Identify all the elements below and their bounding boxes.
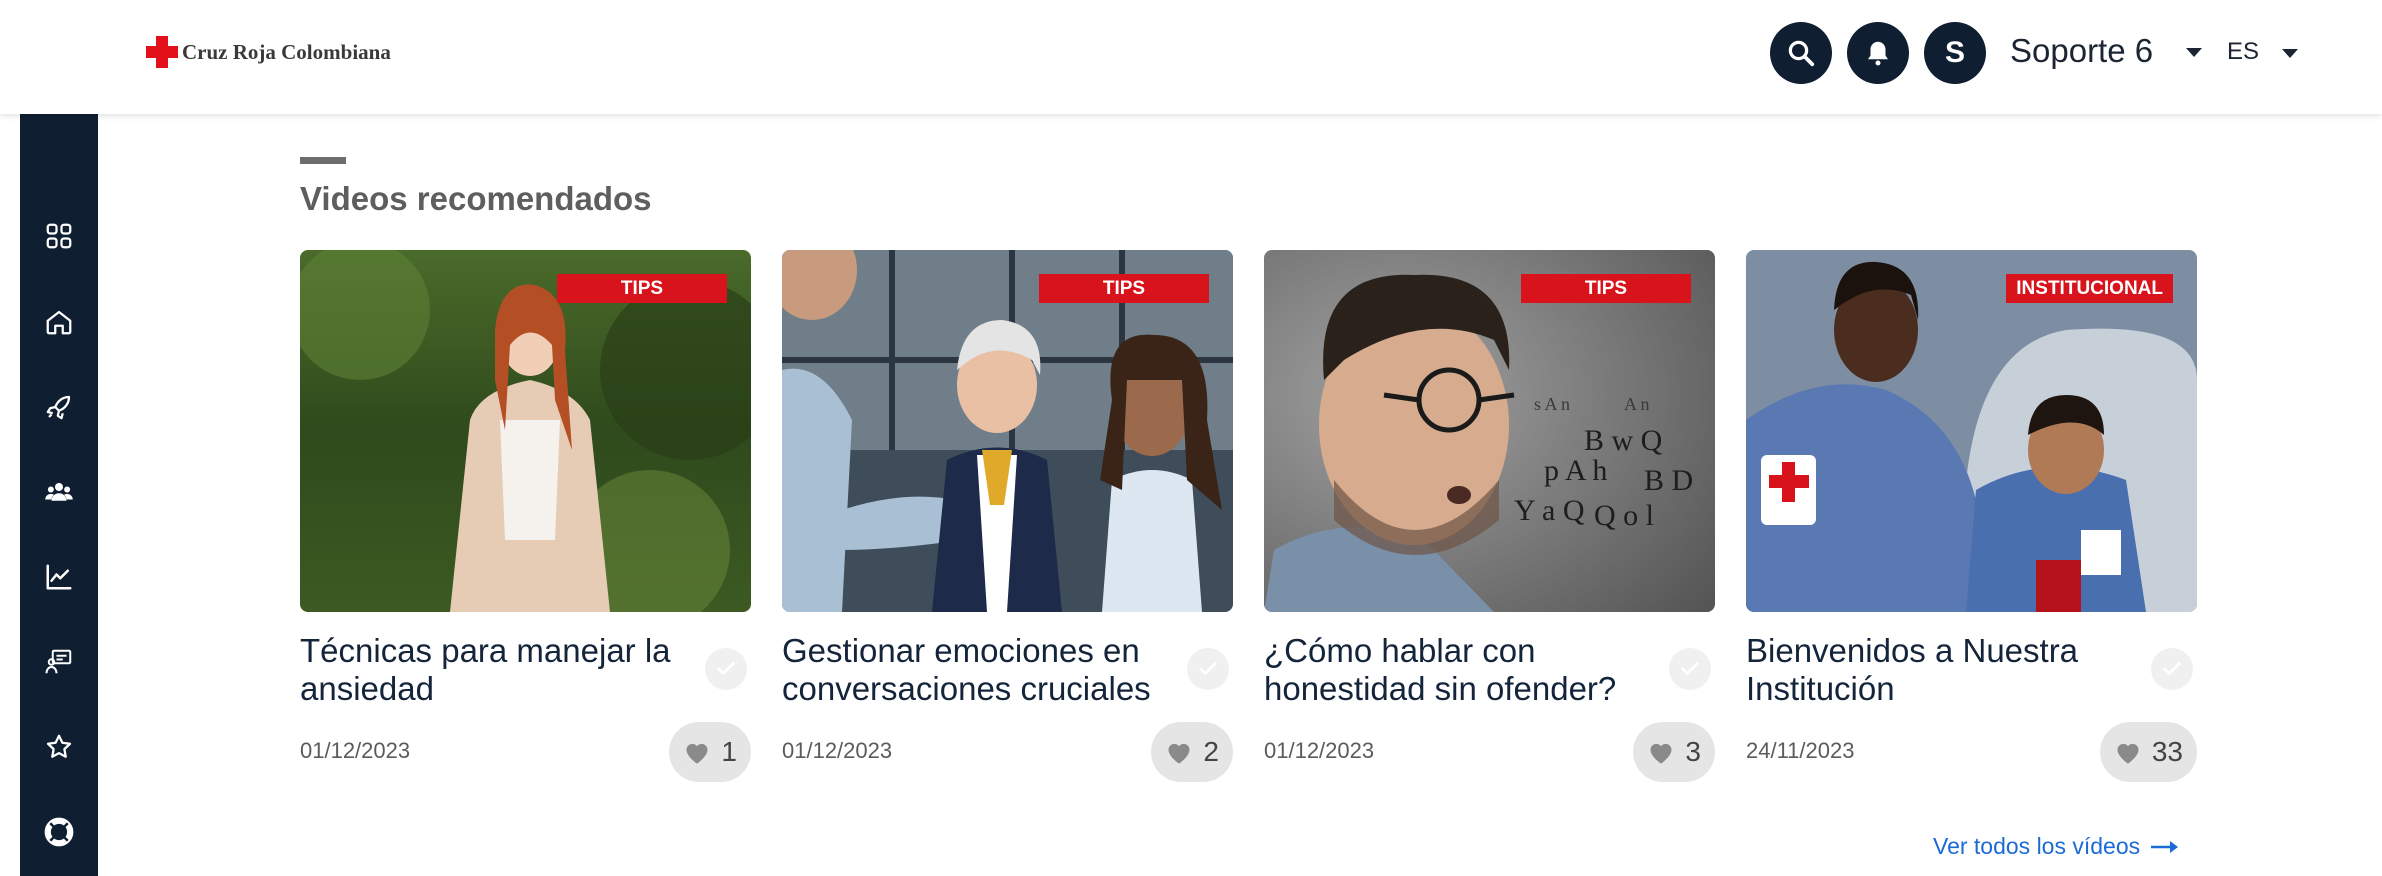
arrow-right-icon bbox=[2151, 840, 2179, 853]
like-button[interactable]: 1 bbox=[669, 722, 751, 782]
top-header: Cruz Roja Colombiana S Soporte 6 ES bbox=[0, 0, 2382, 114]
avatar[interactable]: S bbox=[1924, 22, 1986, 84]
video-title[interactable]: Gestionar emociones en conversaciones cr… bbox=[782, 632, 1182, 708]
check-icon bbox=[2163, 662, 2181, 675]
heart-icon bbox=[686, 743, 708, 764]
user-name[interactable]: Soporte 6 bbox=[2010, 32, 2153, 70]
like-count: 33 bbox=[2151, 736, 2183, 767]
category-badge: TIPS bbox=[1039, 274, 1209, 303]
video-date: 24/11/2023 bbox=[1746, 738, 1855, 763]
section-title: Videos recomendados bbox=[300, 180, 652, 217]
sidebar-item-training[interactable] bbox=[20, 634, 98, 690]
star-icon bbox=[46, 734, 72, 758]
heart-icon bbox=[2117, 743, 2139, 764]
chart-icon bbox=[46, 564, 72, 590]
sidebar-item-help[interactable] bbox=[20, 804, 98, 860]
svg-text:Y a Q: Y a Q bbox=[1514, 494, 1585, 527]
heart-icon bbox=[1168, 743, 1190, 764]
logo[interactable]: Cruz Roja Colombiana bbox=[146, 36, 391, 68]
search-button[interactable] bbox=[1770, 22, 1832, 84]
category-badge: TIPS bbox=[1521, 274, 1691, 303]
svg-text:s A n: s A n bbox=[1534, 394, 1570, 414]
video-thumbnail[interactable]: TIPS bbox=[300, 250, 751, 612]
video-card[interactable]: INSTITUCIONAL Bienvenidos a Nuestra Inst… bbox=[1746, 250, 2197, 790]
like-count: 2 bbox=[1203, 736, 1219, 767]
like-button[interactable]: 33 bbox=[2099, 722, 2197, 782]
watched-check-button[interactable] bbox=[1669, 648, 1711, 690]
language-chevron-icon[interactable] bbox=[2282, 49, 2298, 58]
category-badge: TIPS bbox=[557, 274, 727, 303]
check-icon bbox=[1681, 662, 1699, 675]
category-badge: INSTITUCIONAL bbox=[2006, 274, 2173, 303]
video-title[interactable]: Bienvenidos a Nuestra Institución bbox=[1746, 632, 2146, 708]
search-icon bbox=[1788, 40, 1815, 67]
video-thumbnail[interactable]: TIPS bbox=[782, 250, 1233, 612]
video-title[interactable]: Técnicas para manejar la ansiedad bbox=[300, 632, 700, 708]
svg-text:B D: B D bbox=[1644, 464, 1693, 497]
video-card[interactable]: Y a Q p A hB w Q Q o lB D s A n A n TIPS ¿Có… bbox=[1264, 250, 1715, 790]
video-date: 01/12/2023 bbox=[1264, 738, 1375, 763]
notifications-button[interactable] bbox=[1847, 22, 1909, 84]
home-icon bbox=[46, 310, 72, 335]
red-cross-icon bbox=[146, 36, 178, 68]
like-button[interactable]: 3 bbox=[1633, 722, 1715, 782]
check-icon bbox=[717, 662, 735, 675]
video-card[interactable]: TIPS Gestionar emociones en conversacion… bbox=[782, 250, 1233, 790]
like-button[interactable]: 2 bbox=[1151, 722, 1233, 782]
lifebuoy-icon bbox=[44, 817, 74, 847]
logo-text: Cruz Roja Colombiana bbox=[182, 39, 391, 64]
watched-check-button[interactable] bbox=[705, 648, 747, 690]
avatar-initial: S bbox=[1944, 36, 1965, 69]
svg-text:Q o l: Q o l bbox=[1594, 499, 1654, 532]
see-all-label: Ver todos los vídeos bbox=[1933, 833, 2141, 859]
user-menu-chevron-icon[interactable] bbox=[2186, 48, 2202, 57]
check-icon bbox=[1199, 662, 1217, 675]
video-card[interactable]: TIPS Técnicas para manejar la ansiedad 0… bbox=[300, 250, 751, 790]
video-thumbnail[interactable]: INSTITUCIONAL bbox=[1746, 250, 2197, 612]
language-selector[interactable]: ES bbox=[2227, 38, 2259, 66]
svg-text:A n: A n bbox=[1624, 394, 1650, 414]
svg-text:B w Q: B w Q bbox=[1584, 424, 1663, 457]
bell-icon bbox=[1868, 41, 1888, 66]
sidebar-item-stats[interactable] bbox=[20, 549, 98, 605]
rocket-icon bbox=[46, 395, 71, 420]
sidebar-item-favorites[interactable] bbox=[20, 719, 98, 775]
heart-icon bbox=[1650, 743, 1672, 764]
watched-check-button[interactable] bbox=[1187, 648, 1229, 690]
like-count: 3 bbox=[1685, 736, 1701, 767]
sidebar-item-launch[interactable] bbox=[20, 379, 98, 435]
svg-text:p A h: p A h bbox=[1544, 454, 1607, 487]
teacher-icon bbox=[45, 649, 72, 674]
sidebar-item-home[interactable] bbox=[20, 294, 98, 350]
sidebar-item-dashboard[interactable] bbox=[20, 208, 98, 264]
users-icon bbox=[45, 483, 73, 501]
watched-check-button[interactable] bbox=[2151, 648, 2193, 690]
see-all-videos-link[interactable]: Ver todos los vídeos bbox=[1933, 833, 2180, 860]
sidebar bbox=[20, 114, 98, 876]
sidebar-item-community[interactable] bbox=[20, 464, 98, 520]
dashboard-icon bbox=[46, 223, 72, 249]
section-accent-bar bbox=[300, 157, 346, 164]
video-title[interactable]: ¿Cómo hablar con honestidad sin ofender? bbox=[1264, 632, 1664, 708]
video-date: 01/12/2023 bbox=[300, 738, 411, 763]
video-date: 01/12/2023 bbox=[782, 738, 893, 763]
video-thumbnail[interactable]: Y a Q p A hB w Q Q o lB D s A n A n TIPS bbox=[1264, 250, 1715, 612]
like-count: 1 bbox=[721, 736, 737, 767]
